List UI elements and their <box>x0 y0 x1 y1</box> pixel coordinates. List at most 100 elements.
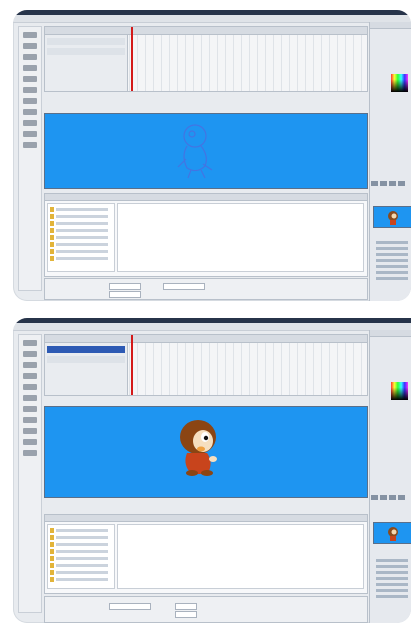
playhead[interactable] <box>131 335 133 395</box>
subselection-tool-icon[interactable] <box>23 351 37 357</box>
property-field[interactable] <box>163 283 205 290</box>
list-item[interactable] <box>50 256 108 261</box>
flash-window-before <box>13 10 411 301</box>
list-item[interactable] <box>376 577 408 580</box>
list-item[interactable] <box>50 207 108 212</box>
actions-header <box>45 194 367 201</box>
align-button[interactable] <box>380 495 387 500</box>
pen-tool-icon[interactable] <box>23 76 37 82</box>
playhead[interactable] <box>131 27 133 91</box>
list-item[interactable] <box>50 214 108 219</box>
list-item[interactable] <box>376 247 408 250</box>
list-item[interactable] <box>50 235 108 240</box>
actions-toolbox <box>47 524 115 589</box>
align-button[interactable] <box>380 181 387 186</box>
property-field[interactable] <box>175 603 197 610</box>
actions-header <box>45 515 367 522</box>
list-item[interactable] <box>50 577 108 582</box>
tools-panel <box>18 26 42 291</box>
color-spectrum[interactable] <box>391 382 408 400</box>
line-tool-icon[interactable] <box>23 54 37 60</box>
tools-panel <box>18 334 42 613</box>
character-outline <box>177 124 213 179</box>
align-button[interactable] <box>371 181 378 186</box>
character-thumbnail <box>388 211 398 225</box>
character-colored <box>180 420 217 476</box>
list-item[interactable] <box>376 595 408 598</box>
timeline-header <box>45 335 367 343</box>
layer-list <box>45 35 128 91</box>
rectangle-tool-icon[interactable] <box>23 417 37 423</box>
brush-tool-icon[interactable] <box>23 439 37 445</box>
color-spectrum[interactable] <box>391 74 408 92</box>
list-item[interactable] <box>50 242 108 247</box>
timeline-panel <box>44 26 368 92</box>
menu-bar[interactable] <box>13 323 411 331</box>
stage[interactable] <box>44 406 368 498</box>
align-button[interactable] <box>389 495 396 500</box>
library-list <box>370 556 411 598</box>
timeline-panel <box>44 334 368 396</box>
layer-row[interactable] <box>47 38 125 45</box>
list-item[interactable] <box>50 249 108 254</box>
actions-panel <box>44 514 368 594</box>
line-tool-icon[interactable] <box>23 362 37 368</box>
zoom-tool-icon[interactable] <box>23 450 37 456</box>
script-editor[interactable] <box>117 524 364 589</box>
list-item[interactable] <box>50 556 108 561</box>
list-item[interactable] <box>376 571 408 574</box>
pencil-tool-icon[interactable] <box>23 428 37 434</box>
brush-tool-icon[interactable] <box>23 131 37 137</box>
list-item[interactable] <box>376 583 408 586</box>
actions-toolbox <box>47 203 115 272</box>
oval-tool-icon[interactable] <box>23 406 37 412</box>
list-item[interactable] <box>376 265 408 268</box>
list-item[interactable] <box>376 559 408 562</box>
stage[interactable] <box>44 113 368 189</box>
selection-tool-icon[interactable] <box>23 340 37 346</box>
list-item[interactable] <box>50 221 108 226</box>
list-item[interactable] <box>376 277 408 280</box>
script-editor[interactable] <box>117 203 364 272</box>
pen-tool-icon[interactable] <box>23 384 37 390</box>
align-button[interactable] <box>371 495 378 500</box>
layer-row[interactable] <box>47 48 125 55</box>
list-item[interactable] <box>376 241 408 244</box>
list-item[interactable] <box>50 542 108 547</box>
properties-panel <box>44 596 368 623</box>
layer-row-selected[interactable] <box>47 346 125 353</box>
list-item[interactable] <box>376 259 408 262</box>
text-tool-icon[interactable] <box>23 87 37 93</box>
library-preview <box>373 206 411 228</box>
selection-tool-icon[interactable] <box>23 32 37 38</box>
pencil-tool-icon[interactable] <box>23 120 37 126</box>
rectangle-tool-icon[interactable] <box>23 109 37 115</box>
align-button[interactable] <box>398 495 405 500</box>
list-item[interactable] <box>50 563 108 568</box>
zoom-tool-icon[interactable] <box>23 142 37 148</box>
list-item[interactable] <box>50 570 108 575</box>
list-item[interactable] <box>376 271 408 274</box>
list-item[interactable] <box>376 253 408 256</box>
align-button[interactable] <box>389 181 396 186</box>
menu-bar[interactable] <box>13 15 411 23</box>
frame-grid[interactable] <box>129 343 367 395</box>
oval-tool-icon[interactable] <box>23 98 37 104</box>
property-field[interactable] <box>175 611 197 618</box>
lasso-tool-icon[interactable] <box>23 373 37 379</box>
list-item[interactable] <box>50 528 108 533</box>
lasso-tool-icon[interactable] <box>23 65 37 71</box>
property-field[interactable] <box>109 283 141 290</box>
subselection-tool-icon[interactable] <box>23 43 37 49</box>
list-item[interactable] <box>376 565 408 568</box>
align-button[interactable] <box>398 181 405 186</box>
list-item[interactable] <box>50 535 108 540</box>
layer-row[interactable] <box>47 356 125 363</box>
list-item[interactable] <box>376 589 408 592</box>
property-field[interactable] <box>109 603 151 610</box>
list-item[interactable] <box>50 549 108 554</box>
text-tool-icon[interactable] <box>23 395 37 401</box>
property-field[interactable] <box>109 291 141 298</box>
frame-grid[interactable] <box>129 35 367 91</box>
list-item[interactable] <box>50 228 108 233</box>
